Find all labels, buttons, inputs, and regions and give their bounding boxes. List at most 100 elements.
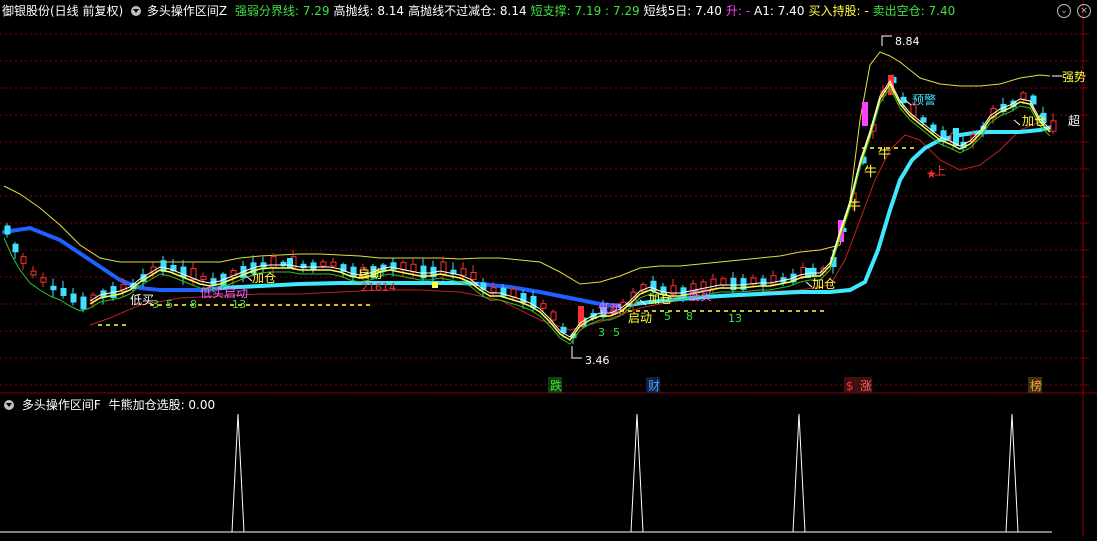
candle-body: [12, 243, 19, 253]
arrow-mark: [1013, 119, 1021, 126]
annotation-label: 牛: [864, 165, 877, 180]
indicator-item: 强弱分界线: 7.29: [235, 4, 330, 18]
sub-header: 多头操作区间F 牛熊加仓选股: 0.00: [2, 396, 215, 414]
settings-icon[interactable]: ⌄: [1057, 4, 1071, 18]
annotation-label: 低买: [688, 289, 712, 303]
indicator-value: 7.40: [695, 4, 722, 18]
indicator-item: 卖出空仓: 7.40: [873, 4, 956, 18]
main-grid: [0, 33, 1089, 386]
annotation-label: 5: [664, 310, 671, 323]
indicator-label: 短线5日:: [643, 4, 696, 18]
candle-body: [50, 285, 57, 291]
indicator-value: 7.40: [777, 4, 805, 18]
signal-spike: [792, 413, 806, 533]
signal-candle: [432, 282, 438, 288]
indicator-item: 买入持股: -: [808, 4, 868, 18]
low-marker: 3.46: [571, 346, 610, 367]
candle-body: [70, 293, 77, 303]
indicator-name[interactable]: 多头操作区间Z: [147, 4, 227, 18]
candle-body: [510, 288, 517, 298]
indicator-label: A1:: [754, 4, 778, 18]
signal-spike: [630, 413, 644, 533]
candle-body: [710, 278, 717, 290]
annotation-label: 8: [686, 310, 693, 323]
sub-indicator-name[interactable]: 多头操作区间F: [22, 398, 101, 412]
indicator-label: 卖出空仓:: [872, 4, 929, 18]
indicator-value: -: [745, 4, 751, 18]
candle-body: [810, 267, 817, 277]
indicator-item: 短支撑: 7.19 : 7.29: [531, 4, 640, 18]
close-icon[interactable]: ×: [1077, 4, 1091, 18]
candle-body: [1020, 92, 1027, 100]
ma-segment: [2, 225, 222, 292]
annotation-label: 21614: [361, 281, 396, 294]
candle-body: [270, 256, 277, 268]
right-tag-strong: 强势: [1052, 70, 1086, 84]
indicator-item: 高抛线不过减仓: 8.14: [408, 4, 527, 18]
indicator-label: 升:: [725, 4, 746, 18]
indicator-label: 高抛线不过减仓:: [408, 4, 500, 18]
candle-body: [350, 266, 357, 278]
signal-spike: [1005, 413, 1019, 533]
indicator-value: -: [864, 4, 869, 18]
candle-body: [400, 262, 407, 270]
high-price-label: 8.84: [895, 35, 920, 48]
indicator-label: 高抛线:: [333, 4, 378, 18]
chart-window: 加仓 低买 低买启动 启动 21614 3 5 8 13 低买 启动 加仓 低买 3 5 5 8 13 加仓牛牛牛预…: [0, 0, 1097, 537]
bottom-tag: 涨: [860, 378, 872, 393]
indicator-value: 7.19 : 7.29: [574, 4, 640, 18]
star-icon: ★: [926, 167, 937, 181]
candle-body: [4, 225, 11, 235]
candle-body: [470, 272, 477, 280]
annotation-label: 13: [232, 298, 246, 311]
low-price-label: 3.46: [585, 354, 610, 367]
sub-indicator-menu-icon[interactable]: [4, 400, 14, 410]
candle-body: [920, 117, 927, 123]
indicator-label: 短支撑:: [530, 4, 575, 18]
annotation-label: 加仓: [812, 277, 836, 291]
sub-value: 0.00: [188, 398, 216, 412]
candle-body: [460, 268, 467, 276]
bottom-tag: 跌: [550, 378, 562, 393]
svg-text:强势: 强势: [1062, 70, 1086, 84]
annotation-label: 13: [728, 312, 742, 325]
indicator-value: 7.40: [928, 4, 956, 18]
candle-body: [490, 287, 497, 293]
indicator-values: 强弱分界线: 7.29 高抛线: 8.14 高抛线不过减仓: 8.14 短支撑: 7.…: [231, 4, 955, 18]
annotation-label: 牛: [878, 147, 891, 162]
annotation-label: 牛: [848, 199, 861, 214]
indicator-item: 高抛线: 8.14: [333, 4, 404, 18]
candle-body: [540, 303, 547, 309]
indicator-item: A1: 7.40: [754, 4, 804, 18]
annotation-label: 8: [190, 298, 197, 311]
sub-indicator-spikes: [231, 413, 1019, 533]
bottom-tag: $: [846, 379, 854, 393]
annotation-label: 3: [152, 298, 159, 311]
candle-body: [200, 275, 207, 281]
candle-body: [30, 270, 37, 276]
indicator-value: 8.14: [377, 4, 405, 18]
signal-spike: [231, 413, 245, 533]
candle-body: [550, 311, 557, 321]
sub-value-label: 牛熊加仓选股:: [108, 398, 189, 412]
annotation-label: 启动: [358, 267, 382, 281]
candle-body: [410, 263, 417, 273]
annotation-label: 预警: [912, 92, 936, 107]
stock-title[interactable]: 御银股份(日线 前复权): [2, 4, 123, 18]
annotation-label: 启动: [628, 311, 652, 325]
signal-candle: [578, 306, 584, 326]
candle-body: [320, 261, 327, 267]
indicator-label: 强弱分界线:: [234, 4, 303, 18]
candle-body: [20, 256, 27, 264]
candle-body: [330, 261, 337, 267]
indicator-menu-icon[interactable]: [131, 6, 142, 16]
annotation-label: 5: [166, 298, 173, 311]
high-marker: 8.84: [881, 35, 920, 48]
annotation-label: 加仓: [648, 292, 672, 306]
indicator-label: 买入持股:: [808, 4, 865, 18]
bottom-tag: 财: [648, 379, 660, 393]
candle-body: [60, 288, 67, 296]
candle-body: [80, 296, 87, 310]
annotation-label: 低买: [598, 302, 622, 316]
bottom-tag: 榜: [1030, 378, 1042, 393]
